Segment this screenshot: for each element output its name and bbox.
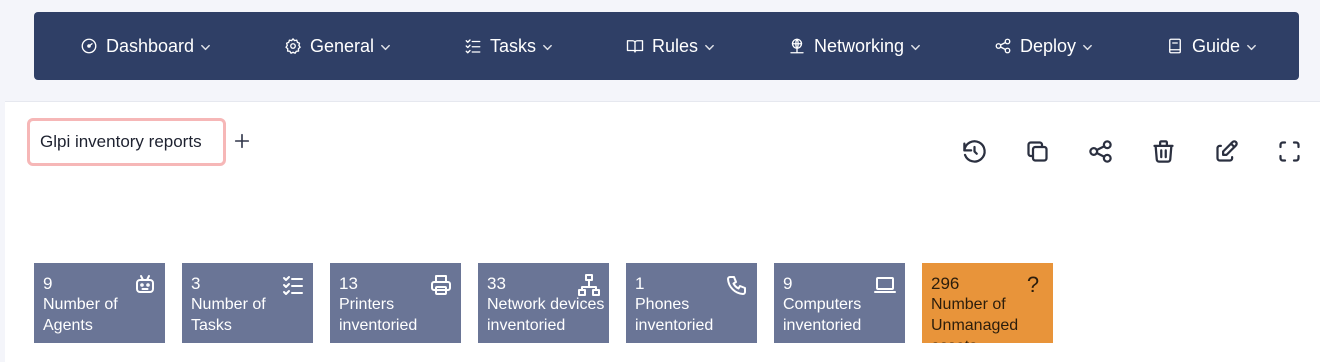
copy-icon <box>1027 141 1048 162</box>
nav-dashboard[interactable]: Dashboard <box>80 36 211 57</box>
nav-general[interactable]: General <box>284 36 391 57</box>
history-button[interactable] <box>961 138 988 165</box>
main-navigation: Dashboard General Tasks Rules Networking… <box>34 12 1299 80</box>
share-icon <box>995 38 1011 54</box>
nav-tasks-label: Tasks <box>490 35 537 56</box>
printer-icon <box>429 273 453 297</box>
nav-networking-label: Networking <box>813 35 905 56</box>
nav-guide[interactable]: Guide <box>1166 36 1257 57</box>
summary-cards: 9 Number of Agents 3 Number of Tasks 13 … <box>34 263 1053 343</box>
card-printers[interactable]: 13 Printers inventoried <box>330 263 461 343</box>
plus-icon <box>234 133 250 149</box>
dashboard-panel: Glpi inventory reports 9 Number of Agent… <box>5 101 1320 362</box>
chevron-down-icon <box>911 44 920 50</box>
card-tasks[interactable]: 3 Number of Tasks <box>182 263 313 343</box>
checklist-icon <box>281 273 305 297</box>
history-icon <box>963 140 986 163</box>
edit-icon <box>1216 140 1238 162</box>
nav-rules-label: Rules <box>651 35 699 56</box>
edit-button[interactable] <box>1213 138 1240 165</box>
delete-button[interactable] <box>1150 138 1177 165</box>
card-label: Phones inventoried <box>635 296 714 334</box>
checklist-icon <box>465 39 481 54</box>
add-dashboard-button[interactable] <box>233 132 253 152</box>
book-icon <box>626 40 644 53</box>
network-icon <box>577 273 601 297</box>
card-label: Network devices inventoried <box>487 296 605 334</box>
dashboard-tab[interactable]: Glpi inventory reports <box>27 118 226 166</box>
card-unmanaged-assets[interactable]: 296 Number of Unmanaged assets ? <box>922 263 1053 343</box>
card-network-devices[interactable]: 33 Network devices inventoried <box>478 263 609 343</box>
card-label: Printers inventoried <box>339 296 418 334</box>
gear-icon <box>285 38 301 54</box>
nav-rules[interactable]: Rules <box>626 36 715 57</box>
fullscreen-icon <box>1279 141 1300 162</box>
network-globe-icon <box>790 38 804 54</box>
chevron-down-icon <box>201 44 210 50</box>
card-label: Number of Tasks <box>191 296 266 334</box>
card-phones[interactable]: 1 Phones inventoried <box>626 263 757 343</box>
card-agents[interactable]: 9 Number of Agents <box>34 263 165 343</box>
phone-icon <box>725 273 749 297</box>
chevron-down-icon <box>705 44 714 50</box>
card-label: Computers inventoried <box>783 296 862 334</box>
question-icon: ? <box>1026 272 1040 297</box>
nav-guide-label: Guide <box>1191 35 1240 56</box>
nav-tasks[interactable]: Tasks <box>464 36 553 57</box>
nav-deploy-label: Deploy <box>1019 35 1076 56</box>
robot-icon <box>133 273 157 297</box>
chevron-down-icon <box>1083 44 1092 50</box>
nav-networking[interactable]: Networking <box>788 36 921 57</box>
fullscreen-button[interactable] <box>1276 138 1303 165</box>
share-button[interactable] <box>1087 138 1114 165</box>
notebook-icon <box>1169 38 1181 54</box>
nav-general-label: General <box>310 35 375 56</box>
card-label: Number of Agents <box>43 296 118 334</box>
chevron-down-icon <box>1247 44 1256 50</box>
card-label: Number of Unmanaged assets <box>931 296 1019 343</box>
dashboard-toolbar <box>961 138 1303 165</box>
nav-deploy[interactable]: Deploy <box>994 36 1093 57</box>
dashboard-gauge-icon <box>81 38 97 54</box>
clone-button[interactable] <box>1024 138 1051 165</box>
nav-dashboard-label: Dashboard <box>106 35 195 56</box>
chevron-down-icon <box>543 44 552 50</box>
laptop-icon <box>873 273 897 297</box>
chevron-down-icon <box>381 44 390 50</box>
share-icon <box>1089 140 1112 163</box>
trash-icon <box>1153 140 1174 163</box>
card-computers[interactable]: 9 Computers inventoried <box>774 263 905 343</box>
